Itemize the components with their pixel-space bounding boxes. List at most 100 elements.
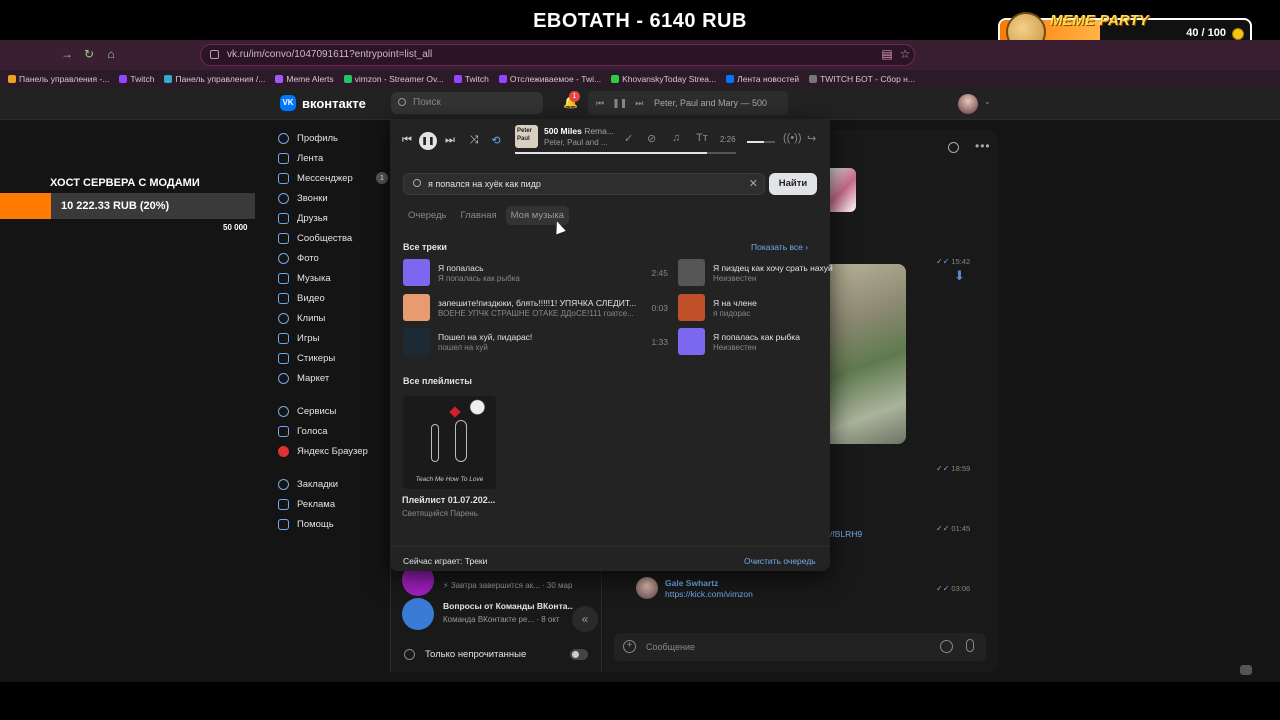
bookmark-item[interactable]: KhovanskyToday Strea... <box>611 74 716 84</box>
track-item[interactable]: запешите!пиздюки, блять!!!!!1! УПЯЧКА СЛ… <box>403 294 668 324</box>
more-icon[interactable]: ••• <box>975 139 991 153</box>
bookmark-item[interactable]: Панель управления -... <box>8 74 109 84</box>
playlist-name[interactable]: Плейлист 01.07.202... <box>402 495 502 505</box>
now-playing-title[interactable]: 500 Miles Rema... <box>544 126 614 136</box>
share-icon[interactable]: ↪ <box>807 132 816 145</box>
bookmark-item[interactable]: vimzon - Streamer Ov... <box>343 74 444 84</box>
bookmark-item[interactable]: TWITCH БОТ - Сбор н... <box>809 74 915 84</box>
bookmark-item[interactable]: Meme Alerts <box>275 74 334 84</box>
communities-icon <box>278 232 289 244</box>
reload-icon[interactable]: ↻ <box>82 47 96 61</box>
mini-player[interactable]: ⏮❚❚⏭ Peter, Paul and Mary — 500 Miles <box>588 91 788 132</box>
sender-avatar[interactable] <box>636 577 658 599</box>
user-avatar[interactable] <box>958 94 978 114</box>
music-search-input[interactable]: я попался на хуёк как пидр ✕ <box>403 173 765 195</box>
nav-item[interactable]: Мессенджер 1 <box>278 168 388 188</box>
message-link[interactable]: https://kick.com/vimzon <box>665 589 753 599</box>
nav-item[interactable]: Сообщества <box>278 228 388 248</box>
playlist-cover[interactable]: Teach Me How To Love <box>403 396 496 489</box>
nav-item[interactable]: Клипы <box>278 308 388 328</box>
now-playing-artist[interactable]: Peter, Paul and ... <box>544 138 614 147</box>
music-tab[interactable]: Очередь <box>403 206 451 225</box>
nav-item[interactable]: Игры <box>278 328 388 348</box>
collapse-icon[interactable]: « <box>572 606 598 632</box>
emoji-icon[interactable] <box>940 640 953 653</box>
microphone-icon[interactable] <box>966 639 974 652</box>
prev-icon[interactable]: ⏮ <box>596 91 604 115</box>
dislike-icon[interactable]: ⊘ <box>647 132 656 145</box>
pause-icon[interactable]: ❚❚ <box>612 91 627 115</box>
chat-bubble-icon[interactable] <box>1240 665 1252 675</box>
reader-icon[interactable]: ▤ <box>880 47 894 61</box>
nav-item[interactable]: Звонки <box>278 188 388 208</box>
sender-name[interactable]: Gale Swhartz <box>665 578 718 588</box>
nav-item[interactable]: Реклама <box>278 494 388 514</box>
track-artist: я пидорас <box>713 309 751 318</box>
track-item[interactable]: Я пиздец как хочу срать нахуй Неизвестен <box>678 259 838 289</box>
message-composer[interactable]: + Сообщение <box>614 633 986 661</box>
music-icon <box>278 272 289 284</box>
next-icon[interactable]: ⏭ <box>635 91 643 115</box>
votes-icon <box>278 425 289 437</box>
chevron-down-icon[interactable]: ⌄ <box>984 97 991 106</box>
track-progress-bar[interactable] <box>515 152 736 154</box>
playlist-author[interactable]: Светящийся Парень <box>402 509 478 518</box>
music-tabs: Очередь Главная Моя музыка <box>403 206 569 225</box>
nav-item[interactable]: Сервисы <box>278 401 388 421</box>
nav-item[interactable]: Стикеры <box>278 348 388 368</box>
unread-filter[interactable]: Только непрочитанные <box>404 647 594 663</box>
bookmark-label: KhovanskyToday Strea... <box>622 74 717 84</box>
vk-logo-text: вконтакте <box>302 95 366 111</box>
repeat-icon[interactable]: ⟲ <box>489 134 503 147</box>
now-playing-cover[interactable]: Peter Paul <box>515 125 538 148</box>
home-icon[interactable]: ⌂ <box>104 47 118 61</box>
nav-item[interactable]: Видео <box>278 288 388 308</box>
photo-attachment[interactable] <box>830 264 906 444</box>
bookmark-item[interactable]: Панель управления /... <box>164 74 265 84</box>
nav-item[interactable]: Маркет <box>278 368 388 388</box>
check-icon[interactable]: ✓ <box>624 132 633 145</box>
vk-search-input[interactable]: Поиск <box>391 92 543 114</box>
bookmark-item[interactable]: Twitch <box>453 74 489 84</box>
nav-item[interactable]: Голоса <box>278 421 388 441</box>
nav-item[interactable]: Друзья <box>278 208 388 228</box>
close-icon[interactable]: ✕ <box>749 174 758 194</box>
unread-toggle[interactable] <box>570 649 588 660</box>
star-icon[interactable]: ☆ <box>898 47 912 61</box>
volume-slider[interactable] <box>747 141 775 143</box>
track-item[interactable]: Я на члене я пидорас <box>678 294 838 324</box>
find-button[interactable]: Найти <box>769 173 817 195</box>
lyrics-icon[interactable]: Tт <box>696 132 708 144</box>
music-tab[interactable]: Главная <box>455 206 501 225</box>
show-all-link[interactable]: Показать все › <box>751 242 808 252</box>
nav-item[interactable]: Профиль <box>278 128 388 148</box>
bookmark-item[interactable]: Twitch <box>119 74 154 84</box>
music-note-icon[interactable]: ♫ <box>672 132 680 144</box>
nav-item[interactable]: Музыка <box>278 268 388 288</box>
track-item[interactable]: Пошел на хуй, пидарас! пошел на хуй 1:33 <box>403 328 668 358</box>
nav-item[interactable]: Яндекс Браузер <box>278 441 388 461</box>
nav-item[interactable]: Лента <box>278 148 388 168</box>
track-item[interactable]: Я попалась как рыбка Неизвестен <box>678 328 838 358</box>
forward-icon[interactable]: → <box>60 47 74 61</box>
track-item[interactable]: Я попалась Я попалась как рыбка 2:45 <box>403 259 668 289</box>
shuffle-icon[interactable]: ⤨ <box>467 134 481 147</box>
bookmark-item[interactable]: Отслеживаемое - Twi... <box>498 74 601 84</box>
pause-button[interactable]: ❚❚ <box>419 132 437 150</box>
attach-icon[interactable]: + <box>623 640 636 653</box>
vk-logo[interactable]: VK вконтакте <box>280 95 366 111</box>
prev-icon[interactable]: ⏮ <box>400 134 414 147</box>
broadcast-icon[interactable]: ((•)) <box>783 132 802 144</box>
clear-queue-button[interactable]: Очистить очередь <box>744 556 816 566</box>
chat-list-item[interactable]: Вопросы от Команды ВКонта... Команда ВКон… <box>400 598 600 634</box>
search-icon[interactable] <box>948 142 959 153</box>
nav-item[interactable]: Помощь <box>278 514 388 534</box>
next-icon[interactable]: ⏭ <box>443 134 457 147</box>
photo-attachment[interactable] <box>830 168 856 212</box>
nav-item[interactable]: Закладки <box>278 474 388 494</box>
bookmark-item[interactable]: Лента новостей <box>726 74 799 84</box>
download-icon[interactable]: ⬇ <box>954 268 965 284</box>
message-link[interactable]: /fBLRH9 <box>830 529 862 539</box>
nav-item[interactable]: Фото <box>278 248 388 268</box>
address-bar[interactable]: vk.ru/im/convo/1047091611?entrypoint=lis… <box>200 44 915 66</box>
